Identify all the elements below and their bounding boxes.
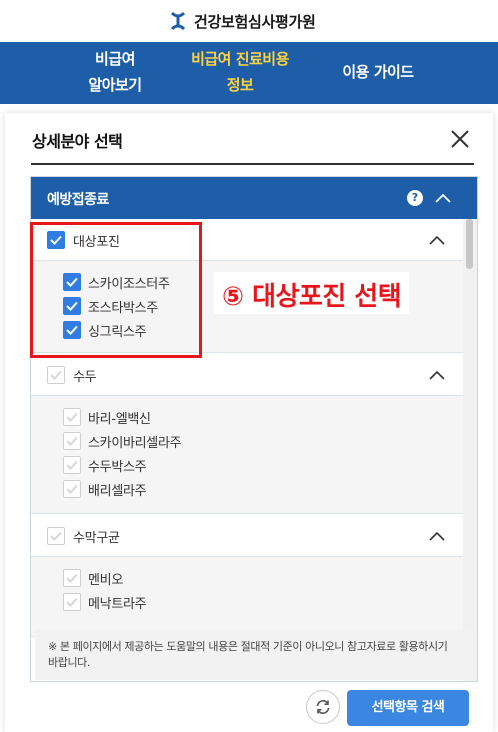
item-checkbox-unchecked[interactable] bbox=[63, 408, 81, 426]
list-item[interactable]: 멘비오 bbox=[63, 568, 123, 588]
check-icon bbox=[66, 460, 78, 470]
nav-item-noncovered-cost[interactable]: 비급여 진료비용 정보 bbox=[175, 46, 305, 98]
nav-item-label: 이용 가이드 bbox=[342, 63, 414, 81]
check-icon bbox=[66, 573, 78, 583]
nav-item-usage-guide[interactable]: 이용 가이드 bbox=[318, 59, 438, 85]
check-icon bbox=[66, 484, 78, 494]
nav-item-label: 정보 bbox=[226, 76, 254, 94]
nav-item-label: 비급여 진료비용 bbox=[191, 50, 289, 68]
check-icon bbox=[66, 412, 78, 422]
nav-item-noncovered-intro[interactable]: 비급여 알아보기 bbox=[70, 46, 160, 98]
logo-text: 건강보험심사평가원 bbox=[194, 12, 316, 31]
item-checkbox-unchecked[interactable] bbox=[63, 432, 81, 450]
top-header: 건강보험심사평가원 bbox=[0, 0, 498, 42]
group-meningococcal: 수막구균 멘비오 메낙트라주 bbox=[31, 515, 463, 637]
help-icon[interactable]: ? bbox=[407, 190, 423, 206]
item-label: 수두박스주 bbox=[88, 459, 147, 475]
main-nav: 비급여 알아보기 비급여 진료비용 정보 이용 가이드 bbox=[0, 42, 498, 104]
item-label: 바리-엘백신 bbox=[88, 411, 151, 427]
group-checkbox-unchecked[interactable] bbox=[47, 527, 65, 545]
chevron-up-icon[interactable] bbox=[434, 190, 452, 206]
group-label: 수두 bbox=[73, 370, 97, 385]
check-icon bbox=[50, 531, 62, 541]
item-checkbox-unchecked[interactable] bbox=[63, 480, 81, 498]
disclaimer-note: ※ 본 페이지에서 제공하는 도움말의 내용은 절대적 기준이 아니오니 참고자… bbox=[35, 630, 473, 680]
panel-title: 예방접종료 bbox=[47, 192, 109, 208]
scrollbar[interactable] bbox=[463, 219, 477, 681]
item-checkbox-unchecked[interactable] bbox=[63, 569, 81, 587]
group-items: 멘비오 메낙트라주 bbox=[31, 557, 463, 637]
check-icon bbox=[66, 436, 78, 446]
title-divider bbox=[31, 163, 474, 165]
hira-logo-icon bbox=[170, 11, 186, 31]
annotation-highlight-box bbox=[30, 222, 202, 358]
item-label: 스카이바리셀라주 bbox=[88, 435, 182, 451]
group-header[interactable]: 수두 bbox=[31, 354, 463, 396]
chevron-up-icon[interactable] bbox=[428, 232, 446, 248]
group-label: 수막구균 bbox=[73, 531, 120, 546]
close-button[interactable] bbox=[448, 127, 472, 151]
modal-title: 상세분야 선택 bbox=[32, 132, 123, 151]
item-label: 배리셀라주 bbox=[88, 483, 147, 499]
reset-button[interactable] bbox=[306, 690, 340, 724]
list-item[interactable]: 스카이바리셀라주 bbox=[63, 431, 182, 451]
item-label: 멘비오 bbox=[88, 572, 123, 588]
nav-item-label: 알아보기 bbox=[88, 76, 142, 94]
item-checkbox-unchecked[interactable] bbox=[63, 456, 81, 474]
panel-header[interactable]: 예방접종료 ? bbox=[31, 177, 477, 219]
search-selected-button[interactable]: 선택항목 검색 bbox=[347, 690, 469, 726]
nav-item-label: 비급여 bbox=[95, 50, 135, 68]
check-icon bbox=[66, 597, 78, 607]
list-item[interactable]: 바리-엘백신 bbox=[63, 407, 151, 427]
list-item[interactable]: 배리셀라주 bbox=[63, 479, 147, 499]
group-checkbox-unchecked[interactable] bbox=[47, 366, 65, 384]
detail-field-modal: 상세분야 선택 예방접종료 ? 대상포진 스카이조스터주 조스타박스주 싱그릭스… bbox=[5, 113, 493, 732]
group-header[interactable]: 수막구균 bbox=[31, 515, 463, 557]
check-icon bbox=[50, 370, 62, 380]
group-chickenpox: 수두 바리-엘백신 스카이바리셀라주 수두박스주 배리셀라주 bbox=[31, 354, 463, 514]
list-item[interactable]: 메낙트라주 bbox=[63, 592, 147, 612]
site-logo[interactable]: 건강보험심사평가원 bbox=[170, 9, 316, 33]
list-item[interactable]: 수두박스주 bbox=[63, 455, 147, 475]
refresh-icon bbox=[316, 700, 330, 714]
scroll-thumb[interactable] bbox=[466, 219, 473, 269]
annotation-label: ⑤ 대상포진 선택 bbox=[214, 272, 410, 314]
close-icon bbox=[451, 130, 469, 148]
chevron-up-icon[interactable] bbox=[428, 528, 446, 544]
group-items: 바리-엘백신 스카이바리셀라주 수두박스주 배리셀라주 bbox=[31, 396, 463, 514]
chevron-up-icon[interactable] bbox=[428, 367, 446, 383]
item-checkbox-unchecked[interactable] bbox=[63, 593, 81, 611]
item-label: 메낙트라주 bbox=[88, 596, 147, 612]
